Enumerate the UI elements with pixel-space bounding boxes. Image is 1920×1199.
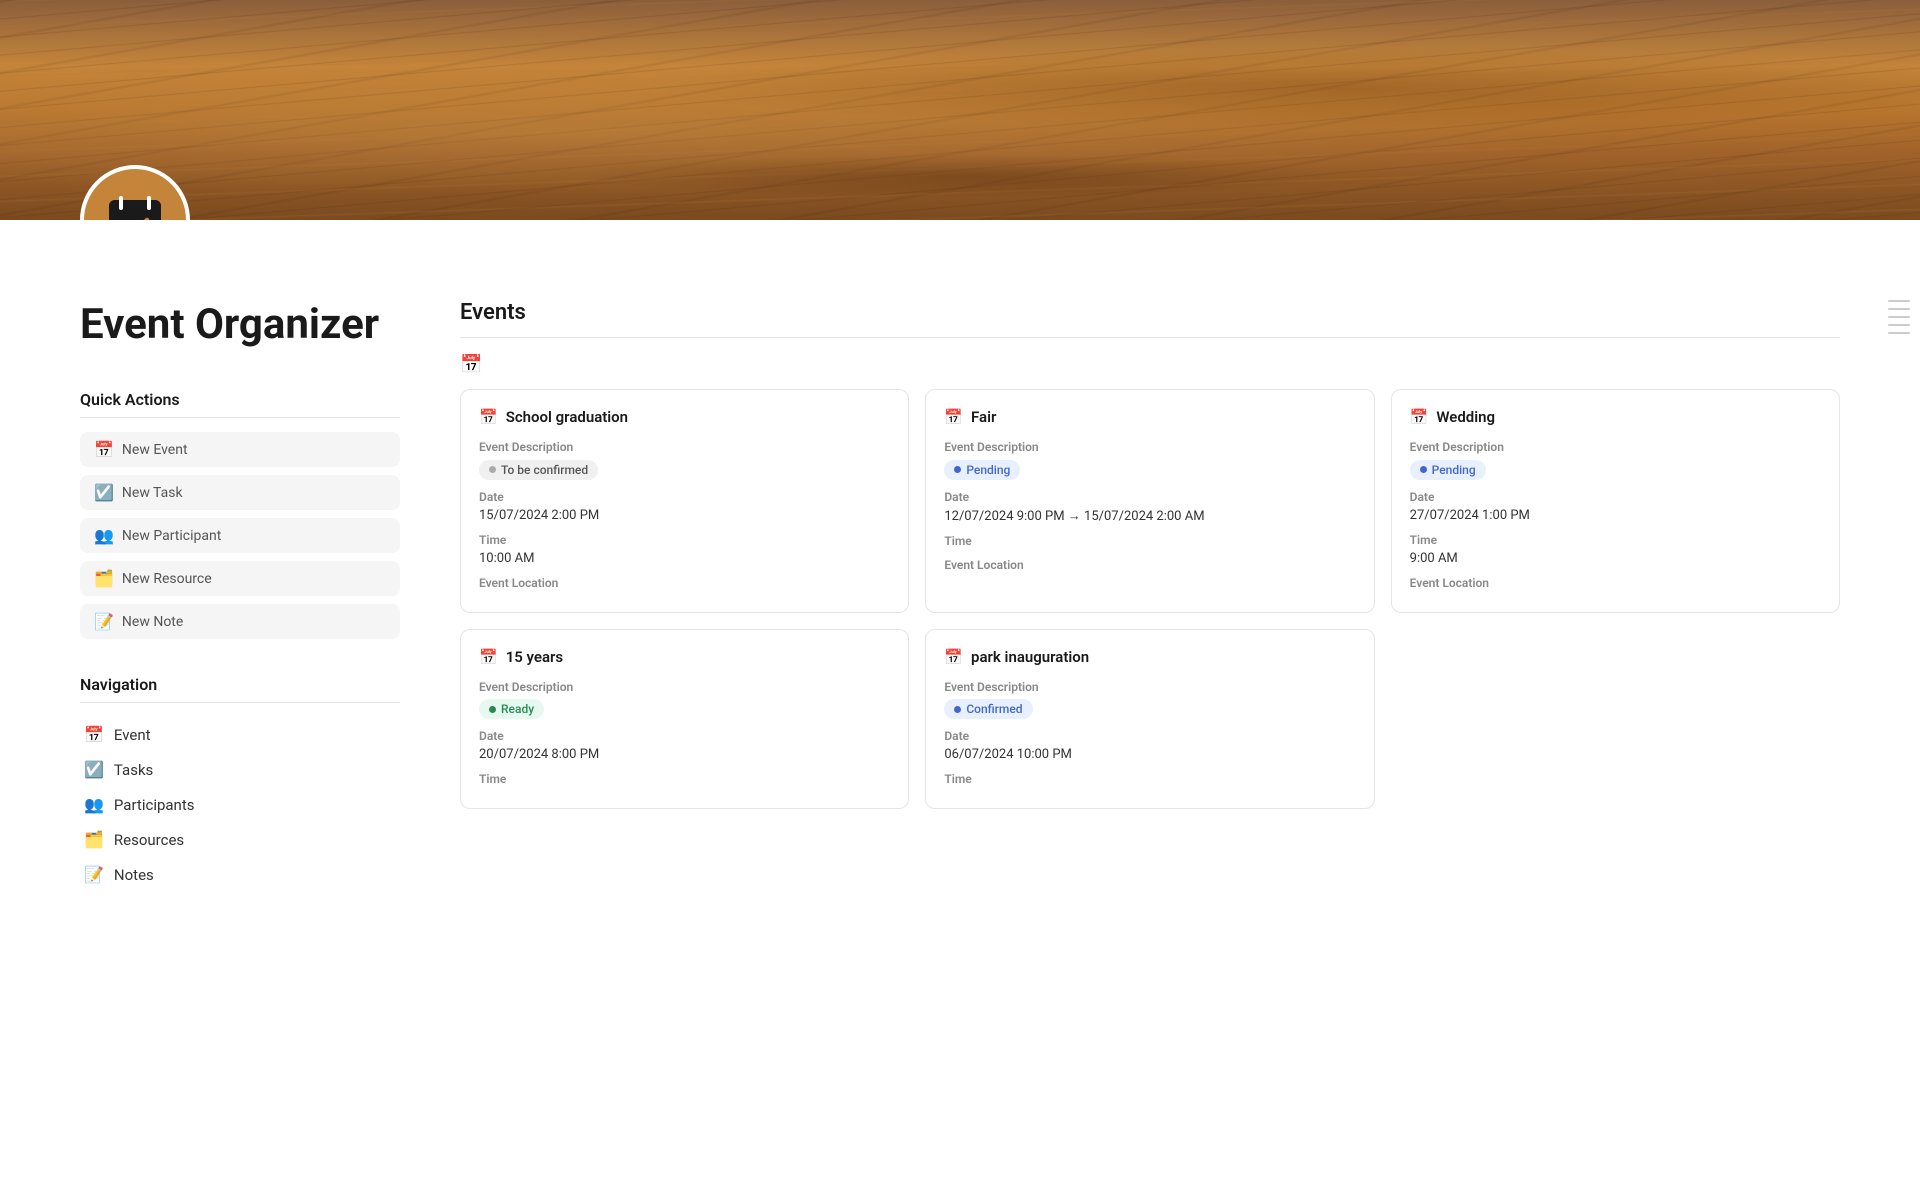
sidebar-item-notes[interactable]: 📝 Notes: [80, 857, 400, 892]
event-card-icon: 📅: [1410, 408, 1429, 426]
event-card-header: 📅 School graduation: [479, 408, 890, 426]
status-badge: To be confirmed: [479, 460, 598, 480]
date-value: 15/07/2024 2:00 PM: [479, 508, 890, 523]
event-card-icon: 📅: [944, 408, 963, 426]
status-dot: [954, 706, 961, 713]
scrollbar-line-1: [1888, 300, 1910, 302]
new-task-button[interactable]: ☑️ New Task: [80, 475, 400, 510]
description-label: Event Description: [944, 680, 1355, 694]
note-icon: 📝: [94, 612, 114, 631]
calendar-check-icon: [105, 190, 165, 220]
event-card-icon: 📅: [479, 648, 498, 666]
location-label: Event Location: [944, 558, 1355, 572]
location-label: Event Location: [479, 576, 890, 590]
status-dot: [954, 466, 961, 473]
status-badge: Ready: [479, 699, 544, 719]
resources-nav-icon: 🗂️: [84, 830, 104, 849]
date-value: 20/07/2024 8:00 PM: [479, 747, 890, 762]
status-dot: [489, 466, 496, 473]
people-icon: 👥: [94, 526, 114, 545]
date-label: Date: [479, 490, 890, 504]
time-label: Time: [479, 772, 890, 786]
new-event-button[interactable]: 📅 New Event: [80, 432, 400, 467]
date-label: Date: [944, 729, 1355, 743]
event-card-header: 📅 park inauguration: [944, 648, 1355, 666]
time-label: Time: [944, 772, 1355, 786]
events-grid: 📅 School graduation Event Description To…: [460, 389, 1840, 809]
quick-actions-title: Quick Actions: [80, 390, 400, 418]
page-title: Event Organizer: [80, 300, 400, 350]
date-value: 06/07/2024 10:00 PM: [944, 747, 1355, 762]
folder-icon: 🗂️: [94, 569, 114, 588]
time-value: 9:00 AM: [1410, 551, 1821, 566]
tasks-nav-icon: ☑️: [84, 760, 104, 779]
main-content: Event Organizer Quick Actions 📅 New Even…: [0, 300, 1920, 928]
event-card-school-graduation[interactable]: 📅 School graduation Event Description To…: [460, 389, 909, 613]
event-card-wedding[interactable]: 📅 Wedding Event Description Pending Date…: [1391, 389, 1840, 613]
time-value: 10:00 AM: [479, 551, 890, 566]
sidebar-item-participants[interactable]: 👥 Participants: [80, 787, 400, 822]
date-label: Date: [479, 729, 890, 743]
scrollbar-line-2: [1888, 308, 1910, 310]
status-badge: Confirmed: [944, 699, 1032, 719]
header-banner: [0, 0, 1920, 220]
sidebar-item-tasks[interactable]: ☑️ Tasks: [80, 752, 400, 787]
event-card-icon: 📅: [479, 408, 498, 426]
scrollbar-line-3: [1888, 316, 1910, 318]
description-label: Event Description: [944, 440, 1355, 454]
notes-nav-icon: 📝: [84, 865, 104, 884]
event-card-15-years[interactable]: 📅 15 years Event Description Ready Date …: [460, 629, 909, 810]
date-label: Date: [944, 490, 1355, 504]
event-card-icon: 📅: [944, 648, 963, 666]
date-value: 12/07/2024 9:00 PM → 15/07/2024 2:00 AM: [944, 508, 1355, 524]
quick-actions-section: Quick Actions 📅 New Event ☑️ New Task 👥 …: [80, 390, 400, 639]
time-label: Time: [944, 534, 1355, 548]
sidebar: Event Organizer Quick Actions 📅 New Even…: [80, 300, 400, 928]
app-icon-wrapper: [80, 165, 190, 220]
new-resource-button[interactable]: 🗂️ New Resource: [80, 561, 400, 596]
date-label: Date: [1410, 490, 1821, 504]
status-dot: [1420, 466, 1427, 473]
scrollbar-line-5: [1888, 332, 1910, 334]
status-badge: Pending: [944, 460, 1020, 480]
time-label: Time: [1410, 533, 1821, 547]
sidebar-item-resources[interactable]: 🗂️ Resources: [80, 822, 400, 857]
navigation-section: Navigation 📅 Event ☑️ Tasks 👥 Participan…: [80, 675, 400, 892]
calendar-icon: 📅: [94, 440, 114, 459]
participants-nav-icon: 👥: [84, 795, 104, 814]
checkbox-icon: ☑️: [94, 483, 114, 502]
time-label: Time: [479, 533, 890, 547]
location-label: Event Location: [1410, 576, 1821, 590]
event-card-header: 📅 15 years: [479, 648, 890, 666]
app-icon: [80, 165, 190, 220]
event-nav-icon: 📅: [84, 725, 104, 744]
scrollbar-line-4: [1888, 324, 1910, 326]
events-calendar-icon: 📅: [460, 354, 1840, 375]
navigation-title: Navigation: [80, 675, 400, 703]
status-dot: [489, 706, 496, 713]
event-card-fair[interactable]: 📅 Fair Event Description Pending Date 12…: [925, 389, 1374, 613]
description-label: Event Description: [1410, 440, 1821, 454]
status-badge: Pending: [1410, 460, 1486, 480]
main-area: Events 📅 📅 School graduation Event Descr…: [460, 300, 1840, 928]
scrollbar-track[interactable]: [1897, 300, 1900, 334]
new-note-button[interactable]: 📝 New Note: [80, 604, 400, 639]
date-value: 27/07/2024 1:00 PM: [1410, 508, 1821, 523]
new-participant-button[interactable]: 👥 New Participant: [80, 518, 400, 553]
sidebar-item-event[interactable]: 📅 Event: [80, 717, 400, 752]
event-card-header: 📅 Wedding: [1410, 408, 1821, 426]
description-label: Event Description: [479, 680, 890, 694]
events-section-title: Events: [460, 300, 1840, 338]
description-label: Event Description: [479, 440, 890, 454]
event-card-header: 📅 Fair: [944, 408, 1355, 426]
event-card-park-inauguration[interactable]: 📅 park inauguration Event Description Co…: [925, 629, 1374, 810]
